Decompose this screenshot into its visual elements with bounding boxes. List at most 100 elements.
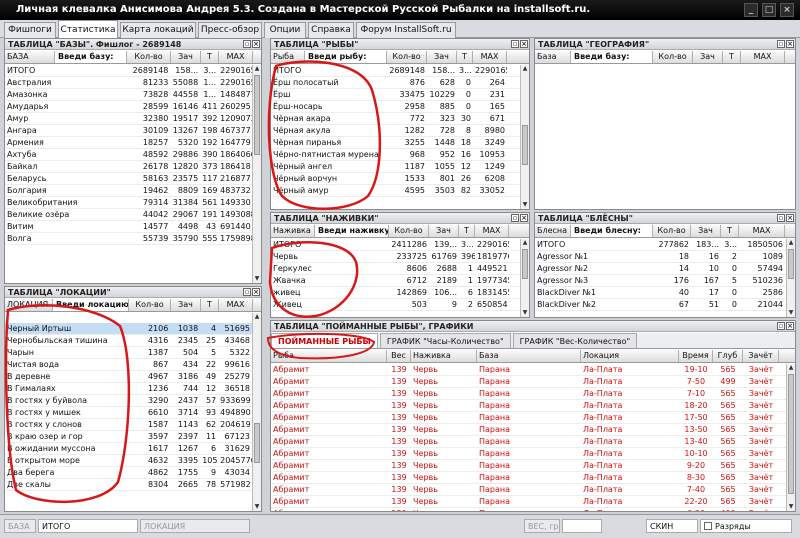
bait-filter-input[interactable]: Введи наживку: <box>315 225 389 237</box>
fish-row[interactable]: Чёрная пиранья 3255 1448 18 3249 <box>271 137 520 149</box>
scroll-up-icon[interactable]: ▲ <box>521 239 529 247</box>
col-credit[interactable]: Зач <box>693 51 723 63</box>
tab-forum[interactable]: Форум InstallSoft.ru <box>356 22 456 38</box>
location-row[interactable]: Чернобыльская тишина 4316 2345 25 43468 <box>5 335 252 347</box>
location-row[interactable]: В открытом море 4632 33951052045776 <box>5 455 252 467</box>
close-button[interactable]: × <box>780 3 794 17</box>
col-base[interactable]: База <box>535 51 571 63</box>
col-time[interactable]: Время <box>679 350 713 362</box>
col-max[interactable]: MAX <box>739 225 785 237</box>
tab-weight-chart[interactable]: ГРАФИК "Вес-Количество" <box>512 333 638 348</box>
base-row[interactable]: Байкал 26178 12820 373 186418 <box>5 161 252 173</box>
fish-row[interactable]: Чёрный амур 4595 3503 82 33052 <box>271 185 520 197</box>
col-t[interactable]: Т <box>723 51 741 63</box>
base-row[interactable]: Беларусь 58163 23575 117 216877 <box>5 173 252 185</box>
base-row[interactable]: Амазонка 7382844558 1...1484877 <box>5 89 252 101</box>
base-row[interactable]: Австралия 8123355088 1...2290165 <box>5 77 252 89</box>
caught-row[interactable]: Абрамит 139 Червь Парана Ла-Плата 13-50 565 Зач… <box>271 424 786 436</box>
bait-row[interactable]: Геркулес 8606 2688 1 449521 <box>271 263 520 275</box>
col-count[interactable]: Кол-во <box>653 51 693 63</box>
close-icon[interactable]: × <box>252 288 260 296</box>
scroll-up-icon[interactable]: ▲ <box>787 364 795 372</box>
col-credit[interactable]: Зач <box>427 51 457 63</box>
col-credit[interactable]: Зач <box>171 51 201 63</box>
fish-scrollbar[interactable]: ▲ ▼ <box>520 65 529 209</box>
col-count[interactable]: Кол-во <box>129 299 171 311</box>
bait-row[interactable]: Живец 503 9 2 650854 <box>271 299 520 311</box>
scroll-down-icon[interactable]: ▼ <box>253 275 261 283</box>
fish-row[interactable]: Чёрный ангел 1187 1055 12 1249 <box>271 161 520 173</box>
caught-scrollbar[interactable]: ▲ ▼ <box>786 364 795 511</box>
restore-icon[interactable]: ▫ <box>243 40 251 48</box>
col-t[interactable]: Т <box>201 299 219 311</box>
tab-hours-chart[interactable]: ГРАФИК "Часы-Количество" <box>379 333 511 348</box>
lure-row[interactable]: Agressor №3 176 167 5 510236 <box>535 275 786 287</box>
restore-icon[interactable]: ▫ <box>243 288 251 296</box>
location-row[interactable]: В Гималаях 1236 744 12 36518 <box>5 383 252 395</box>
col-count[interactable]: Кол-во <box>653 225 691 237</box>
col-weight[interactable]: Вес <box>387 350 411 362</box>
caught-row[interactable]: Абрамит139ЧервьПаранаЛа-Плата6-20499Зачё… <box>271 508 786 511</box>
bait-row[interactable]: ИТОГО 2411286 139... 3...2290165 <box>271 239 520 251</box>
restore-icon[interactable]: ▫ <box>511 40 519 48</box>
base-row[interactable]: Ангара 30109 13267 198 467377 <box>5 125 252 137</box>
col-base[interactable]: База <box>477 350 581 362</box>
close-icon[interactable]: × <box>520 214 528 222</box>
lure-row[interactable]: BlackDiver №2 67 51 0 21044 <box>535 299 786 311</box>
base-row[interactable]: ИТОГО 2689148 158... 3...2290165 <box>5 65 252 77</box>
locations-scrollbar[interactable]: ▲ ▼ <box>252 313 261 511</box>
restore-icon[interactable]: ▫ <box>777 214 785 222</box>
caught-row[interactable]: Абрамит 139 Червь Парана Ла-Плата 18-20 565 Зач… <box>271 400 786 412</box>
location-row[interactable]: В гостях у слонов 1587 1143 62 204619 <box>5 419 252 431</box>
location-row[interactable]: В гостях у мишек 6610 3714 93 494890 <box>5 407 252 419</box>
col-location[interactable]: ЛОКАЦИЯ <box>5 299 53 311</box>
lure-filter-input[interactable]: Введи блесну: <box>571 225 653 237</box>
bait-row[interactable]: живец 142869 106... 6 1831455 <box>271 287 520 299</box>
caught-row[interactable]: Абрамит 139 Червь Парана Ла-Плата 10-10 565 Зач… <box>271 448 786 460</box>
base-row[interactable]: Амур 32380195173921209073 <box>5 113 252 125</box>
bait-row[interactable]: Жвачка 6712 2189 1 1977345 <box>271 275 520 287</box>
maximize-button[interactable]: □ <box>762 3 776 17</box>
caught-row[interactable]: Абрамит 139 Червь Парана Ла-Плата 13-40 565 Зач… <box>271 436 786 448</box>
checkbox-icon[interactable] <box>704 522 712 530</box>
close-icon[interactable]: × <box>252 40 260 48</box>
caught-row[interactable]: Абрамит 139 Червь Парана Ла-Плата 8-30 565 Зачё… <box>271 472 786 484</box>
close-icon[interactable]: × <box>786 40 794 48</box>
fish-row[interactable]: Ёрш полосатый 876 628 0 264 <box>271 77 520 89</box>
base-row[interactable]: Великобритания 79314 31384 561 149330 <box>5 197 252 209</box>
restore-icon[interactable]: ▫ <box>777 322 785 330</box>
scroll-down-icon[interactable]: ▼ <box>253 503 261 511</box>
fish-row[interactable]: Чёрная акула 1282 728 8 8980 <box>271 125 520 137</box>
col-count[interactable]: Кол-во <box>389 225 429 237</box>
fish-filter-input[interactable]: Введи рыбу: <box>305 51 387 63</box>
col-max[interactable]: MAX <box>741 51 785 63</box>
col-max[interactable]: MAX <box>473 51 507 63</box>
location-row[interactable]: В деревне 4967 3186 49 25279 <box>5 371 252 383</box>
col-max[interactable]: MAX <box>219 51 253 63</box>
col-bait[interactable]: Наживка <box>271 225 315 237</box>
close-icon[interactable]: × <box>786 214 794 222</box>
bases-scrollbar[interactable]: ▲ ▼ <box>252 65 261 283</box>
col-depth[interactable]: Глуб <box>713 350 743 362</box>
col-credit[interactable]: Зач <box>691 225 721 237</box>
base-filter-input[interactable]: Введи базу: <box>55 51 127 63</box>
col-bait[interactable]: Наживка <box>411 350 477 362</box>
restore-icon[interactable]: ▫ <box>777 40 785 48</box>
col-max[interactable]: MAX <box>219 299 253 311</box>
caught-row[interactable]: Абрамит 139 Червь Парана Ла-Плата 9-20 565 Зачё… <box>271 460 786 472</box>
col-t[interactable]: Т <box>201 51 219 63</box>
minimize-button[interactable]: _ <box>744 3 758 17</box>
col-fish[interactable]: Рыба <box>271 51 305 63</box>
col-fish[interactable]: Рыба <box>271 350 387 362</box>
scroll-up-icon[interactable]: ▲ <box>521 65 529 73</box>
bait-scrollbar[interactable]: ▲ ▼ <box>520 239 529 317</box>
scroll-down-icon[interactable]: ▼ <box>521 201 529 209</box>
col-count[interactable]: Кол-во <box>127 51 171 63</box>
base-row[interactable]: Волга 55739357905551759898 <box>5 233 252 245</box>
tab-fishlogs[interactable]: Фишпоги <box>4 22 56 38</box>
scroll-up-icon[interactable]: ▲ <box>787 239 795 247</box>
lure-row[interactable]: Agressor №2 14 10 0 57494 <box>535 263 786 275</box>
location-filter-input[interactable]: Введи локацию: <box>53 299 129 311</box>
col-count[interactable]: Кол-во <box>387 51 427 63</box>
scroll-up-icon[interactable]: ▲ <box>253 313 261 321</box>
